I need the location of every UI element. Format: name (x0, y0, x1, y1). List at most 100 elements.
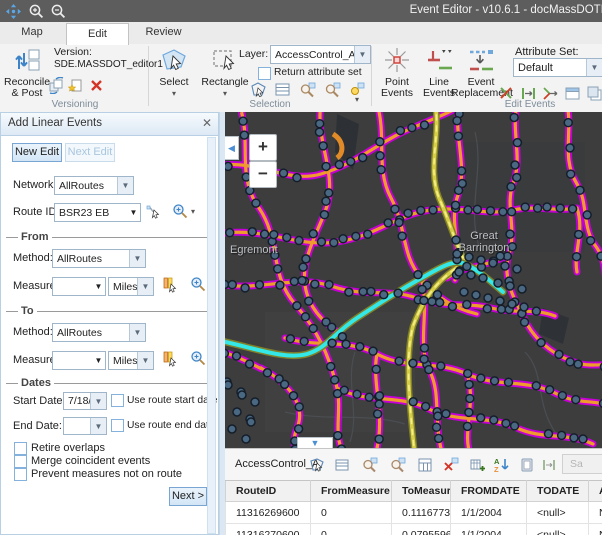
zoom-to-selected-icon[interactable] (362, 457, 378, 473)
flash-selection-icon[interactable]: ▾ (349, 81, 366, 98)
cell-accesscontrol: N (589, 502, 602, 524)
map-zoom-in-button[interactable]: + (249, 134, 277, 161)
map-label-great-barrington: Great Barrington (453, 230, 515, 254)
pan-to-selected-icon[interactable] (390, 457, 406, 473)
point-events-button[interactable]: Point Events (376, 47, 418, 99)
panel-scrollbar[interactable] (207, 137, 216, 534)
from-section-divider: From (6, 231, 208, 243)
column-header-routeid[interactable]: RouteID (226, 481, 311, 502)
pan-icon[interactable] (5, 3, 22, 20)
chevron-down-icon: ▼ (129, 324, 145, 341)
column-header-todate[interactable]: TODATE (527, 481, 589, 502)
zoom-to-selection-icon[interactable] (299, 81, 316, 98)
copy-events-icon[interactable] (586, 85, 602, 102)
chevron-down-icon: ▼ (90, 393, 106, 409)
measure-on-map-icon[interactable] (162, 276, 179, 293)
use-route-end-label: Use route end date (127, 420, 215, 431)
zoom-route-caret-icon[interactable]: ▾ (191, 208, 195, 216)
chevron-down-icon: ▼ (90, 418, 106, 434)
cell-fromdate: 1/1/2004 (451, 502, 527, 524)
zoom-out-icon[interactable] (50, 3, 67, 20)
column-header-fromdate[interactable]: FROMDATE (451, 481, 527, 502)
delete-version-icon[interactable] (89, 78, 106, 95)
to-measure-combo[interactable]: ▼ (52, 351, 106, 370)
tab-edit[interactable]: Edit (66, 23, 129, 45)
reconcile-post-icon (4, 47, 50, 76)
use-route-end-checkbox[interactable] (111, 419, 124, 432)
retire-overlaps-checkbox[interactable] (14, 442, 27, 455)
collapse-grid-arrow-icon[interactable]: ▼ (297, 437, 333, 448)
network-value: AllRoutes (55, 180, 117, 192)
column-header-tomeasure[interactable]: ToMeasure (392, 481, 451, 502)
return-attribute-checkbox[interactable] (258, 67, 271, 80)
column-header-accesscontrol[interactable]: AC (589, 481, 602, 502)
reconcile-post-label: Reconcile & Post (4, 76, 50, 99)
zoom-to-measure-icon[interactable] (190, 350, 207, 367)
attribute-set-select[interactable]: Default ▼ (513, 58, 602, 77)
change-version-icon[interactable] (48, 77, 65, 94)
tab-map[interactable]: Map (4, 22, 60, 43)
use-route-start-checkbox[interactable] (111, 394, 124, 407)
collapse-panel-arrow-icon[interactable]: ◀ (225, 136, 239, 160)
end-date-input[interactable]: ▼ (63, 417, 107, 435)
select-features-icon[interactable] (309, 457, 325, 473)
ribbon-separator (371, 46, 372, 106)
prevent-measures-label: Prevent measures not on route (31, 468, 182, 480)
measure-on-map-icon[interactable] (162, 350, 179, 367)
table-row[interactable]: 11316270600 0 0.0795596 1/1/2004 <null> … (226, 524, 602, 535)
network-select[interactable]: AllRoutes ▼ (54, 176, 134, 195)
start-date-value: 7/18/ (64, 395, 90, 407)
close-icon[interactable]: ✕ (202, 116, 212, 130)
to-unit-select[interactable]: Miles ▼ (108, 351, 154, 370)
network-label: Network: (13, 179, 56, 191)
to-method-select[interactable]: AllRoutes ▼ (52, 323, 146, 342)
from-unit-select[interactable]: Miles ▼ (108, 277, 154, 296)
select-route-on-map-icon[interactable] (146, 203, 163, 220)
pan-to-selection-icon[interactable] (324, 81, 341, 98)
add-record-icon[interactable] (469, 457, 485, 473)
new-version-icon[interactable] (67, 77, 84, 94)
route-id-combo[interactable]: BSR23 EB ▼ (54, 203, 141, 222)
select-button[interactable]: Select ▾ (152, 47, 196, 99)
cell-tomeasure: 0.1116773 (392, 502, 451, 524)
merge-coincident-checkbox[interactable] (14, 455, 27, 468)
paste-attributes-icon[interactable] (519, 457, 535, 473)
from-measure-combo[interactable]: ▼ (52, 277, 106, 296)
to-section-label: To (18, 305, 37, 317)
chevron-down-icon: ▼ (137, 278, 153, 295)
table-row[interactable]: 11316269600 0 0.1116773 1/1/2004 <null> … (226, 502, 602, 524)
to-section-divider: To (6, 305, 208, 317)
zoom-to-route-icon[interactable] (172, 203, 189, 220)
clear-selection-icon[interactable] (443, 457, 459, 473)
sort-icon[interactable]: AZ (494, 457, 510, 473)
attribute-list-icon[interactable] (274, 81, 291, 98)
show-selected-records-icon[interactable] (334, 457, 350, 473)
attribute-table: RouteID FromMeasure ToMeasure FROMDATE T… (225, 480, 602, 535)
prevent-measures-checkbox[interactable] (14, 468, 27, 481)
panel-header: Add Linear Events ✕ (1, 113, 218, 136)
new-edit-button[interactable]: New Edit (12, 143, 62, 162)
version-value: SDE.MASSDOT_editor1 (54, 59, 163, 70)
start-date-input[interactable]: 7/18/ ▼ (63, 392, 107, 410)
offset-icon[interactable] (541, 457, 557, 473)
map-label-egremont: Egremont (230, 244, 278, 256)
event-replacement-icon (451, 47, 511, 76)
zoom-in-icon[interactable] (28, 3, 45, 20)
map-canvas[interactable]: Egremont Great Barrington ◀ + − ▼ (225, 112, 602, 448)
layer-select[interactable]: AccessControl_A ▼ (270, 45, 371, 64)
route-id-value: BSR23 EB (55, 207, 127, 219)
next-edit-button[interactable]: Next Edit (65, 143, 115, 162)
select-features-icon[interactable] (250, 81, 267, 98)
next-button[interactable]: Next > (169, 487, 207, 506)
save-button[interactable]: Sa (562, 454, 602, 474)
section-label-edit-events: Edit Events (490, 99, 570, 110)
dates-section-divider: Dates (6, 377, 208, 389)
cell-accesscontrol: N (589, 524, 602, 535)
zoom-to-measure-icon[interactable] (190, 276, 207, 293)
from-method-select[interactable]: AllRoutes ▼ (52, 249, 146, 268)
map-zoom-out-button[interactable]: − (249, 161, 277, 188)
reconcile-post-button[interactable]: Reconcile & Post (4, 47, 50, 99)
tab-review[interactable]: Review (133, 22, 194, 43)
column-header-frommeasure[interactable]: FromMeasure (311, 481, 392, 502)
field-calculator-icon[interactable] (417, 457, 433, 473)
